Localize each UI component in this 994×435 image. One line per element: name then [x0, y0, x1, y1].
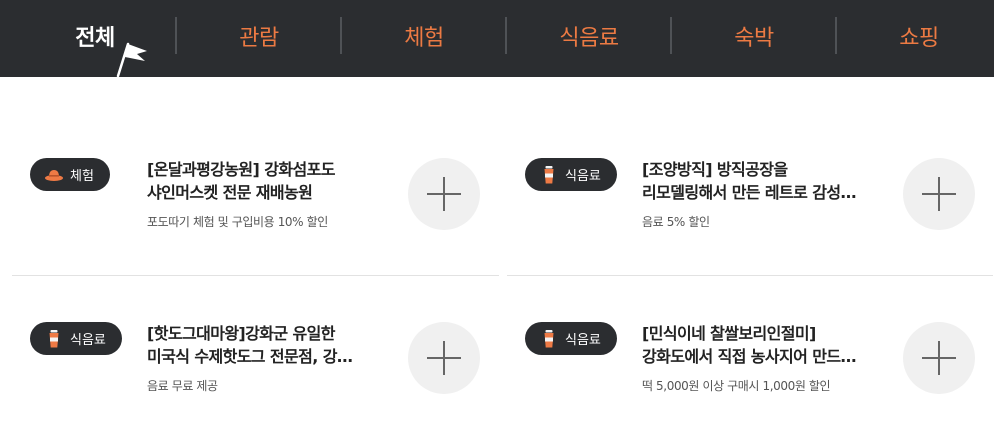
row-divider [12, 275, 499, 276]
badge-label: 체험 [70, 169, 94, 184]
drink-cup-icon [49, 329, 59, 347]
add-button[interactable] [408, 322, 480, 394]
add-button[interactable] [903, 322, 975, 394]
tab-separator [175, 17, 177, 54]
tab-experience[interactable]: 체험 [364, 0, 484, 72]
tab-food-beverage[interactable]: 식음료 [529, 0, 649, 72]
card-title[interactable]: [조양방직] 방직공장을 리모델링해서 만든 레트로 감성… [642, 158, 882, 204]
category-badge: 식음료 [30, 322, 122, 355]
badge-label: 식음료 [565, 333, 601, 348]
tab-separator [340, 17, 342, 54]
drink-cup-icon [544, 329, 554, 347]
card-title[interactable]: [민식이네 찰쌀보리인절미] 강화도에서 직접 농사지어 만드… [642, 322, 882, 368]
badge-label: 식음료 [565, 169, 601, 184]
tab-viewing[interactable]: 관람 [199, 0, 319, 72]
tab-shopping[interactable]: 쇼핑 [859, 0, 979, 72]
row-divider [507, 275, 993, 276]
drink-cup-icon [544, 165, 554, 183]
flag-icon [116, 42, 147, 78]
card-title-line: 미국식 수제핫도그 전문점, 강… [147, 347, 353, 366]
tab-separator [670, 17, 672, 54]
category-badge: 체험 [30, 158, 110, 191]
card-title-line: 리모델링해서 만든 레트로 감성… [642, 183, 856, 202]
category-badge: 식음료 [525, 158, 617, 191]
tab-separator [505, 17, 507, 54]
add-button[interactable] [903, 158, 975, 230]
card-benefit: 떡 5,000원 이상 구매시 1,000원 할인 [642, 379, 831, 393]
category-badge: 식음료 [525, 322, 617, 355]
card-title-line: [민식이네 찰쌀보리인절미] [642, 324, 816, 343]
badge-label: 식음료 [70, 333, 106, 348]
card-title[interactable]: [핫도그대마왕]강화군 유일한 미국식 수제핫도그 전문점, 강… [147, 322, 387, 368]
card-benefit: 음료 5% 할인 [642, 215, 710, 229]
card-title-line: [조양방직] 방직공장을 [642, 160, 788, 179]
card-title-line: 샤인머스켓 전문 재배농원 [147, 183, 313, 202]
category-nav-bar: 전체 관람 체험 식음료 숙박 쇼핑 [0, 0, 994, 78]
tab-separator [835, 17, 837, 54]
add-button[interactable] [408, 158, 480, 230]
hat-icon [45, 169, 63, 181]
card-benefit: 음료 무료 제공 [147, 379, 218, 393]
card-title-line: [핫도그대마왕]강화군 유일한 [147, 324, 335, 343]
card-title-line: 강화도에서 직접 농사지어 만드… [642, 347, 856, 366]
card-title-line: [온달과평강농원] 강화섬포도 [147, 160, 335, 179]
card-title[interactable]: [온달과평강농원] 강화섬포도 샤인머스켓 전문 재배농원 [147, 158, 387, 204]
tab-lodging[interactable]: 숙박 [694, 0, 814, 72]
card-benefit: 포도따기 체험 및 구입비용 10% 할인 [147, 215, 328, 229]
